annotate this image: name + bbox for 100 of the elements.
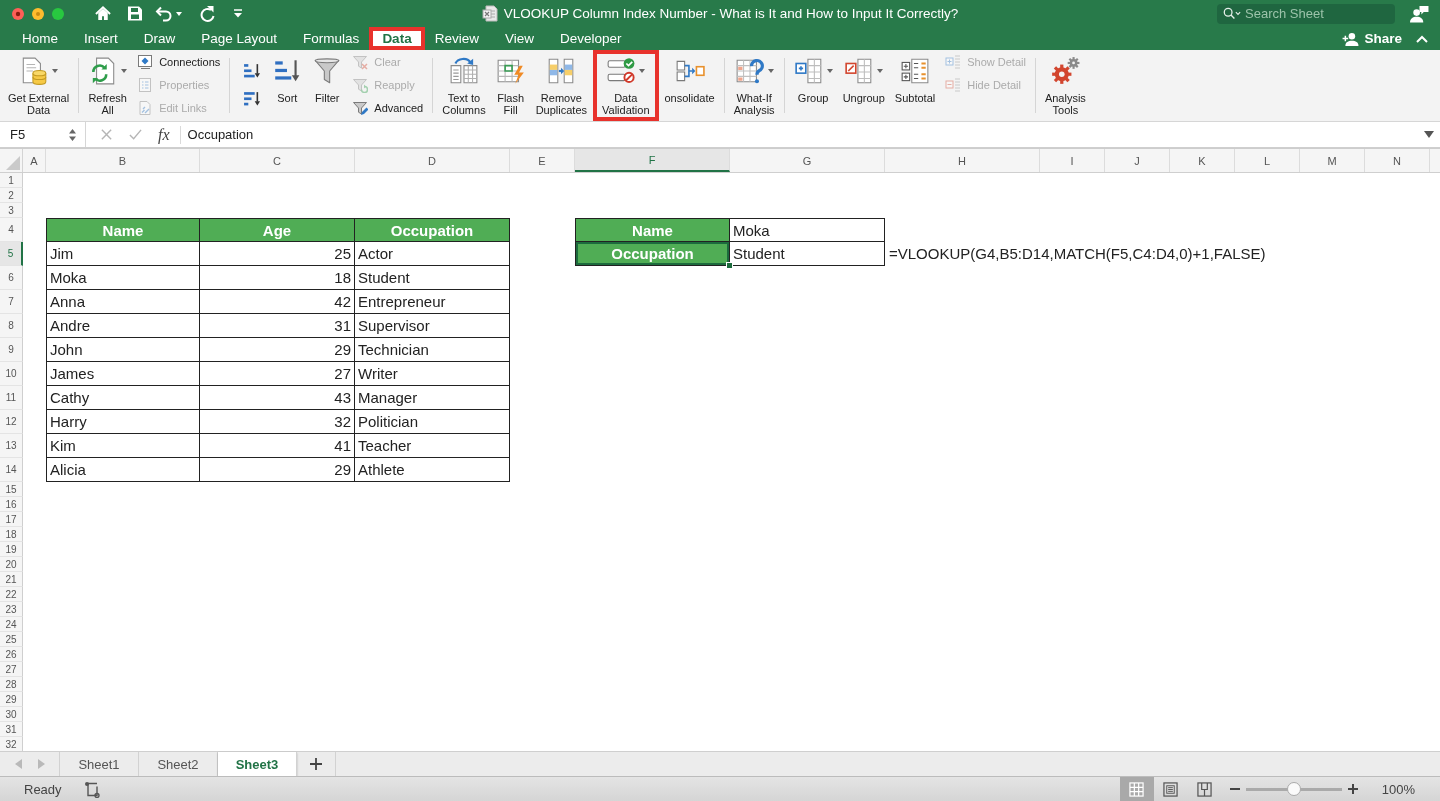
row-header[interactable]: 26 <box>0 647 23 662</box>
ribbon-button[interactable]: Flash Fill <box>491 50 530 121</box>
sort-ascending-icon[interactable] <box>243 62 261 79</box>
row-header[interactable]: 14 <box>0 458 23 482</box>
ribbon-button[interactable]: Ungroup <box>838 50 889 121</box>
row-header[interactable]: 21 <box>0 572 23 587</box>
row-header[interactable]: 28 <box>0 677 23 692</box>
row-header[interactable]: 16 <box>0 497 23 512</box>
ribbon-button[interactable]: onsolidate <box>660 50 719 121</box>
table-cell: Student <box>355 266 510 290</box>
row-header[interactable]: 24 <box>0 617 23 632</box>
stepper-icon[interactable] <box>68 127 77 142</box>
macro-icon[interactable] <box>83 780 100 798</box>
row-header[interactable]: 31 <box>0 722 23 737</box>
redo-icon[interactable] <box>199 5 215 22</box>
row-header[interactable]: 2 <box>0 188 23 203</box>
name-box[interactable]: F5 <box>0 122 86 147</box>
ribbon-button[interactable]: Data Validation <box>593 50 659 121</box>
column-header[interactable]: B <box>46 149 200 172</box>
row-header[interactable]: 19 <box>0 542 23 557</box>
person-chat-icon[interactable] <box>1409 4 1429 23</box>
column-header[interactable]: H <box>885 149 1040 172</box>
row-header[interactable]: 4 <box>0 218 23 242</box>
row-header[interactable]: 1 <box>0 173 23 188</box>
subtotal-icon <box>900 56 930 86</box>
column-header[interactable]: N <box>1365 149 1430 172</box>
column-header[interactable]: I <box>1040 149 1105 172</box>
row-header[interactable]: 6 <box>0 266 23 290</box>
column-header[interactable]: G <box>730 149 885 172</box>
row-header[interactable]: 7 <box>0 290 23 314</box>
ribbon-small-button[interactable]: Connections <box>133 51 225 73</box>
ribbon-tab[interactable]: View <box>491 27 547 50</box>
close-icon[interactable] <box>12 7 24 20</box>
ribbon-tab[interactable]: Home <box>9 27 71 50</box>
column-header[interactable]: D <box>355 149 510 172</box>
ribbon-tab[interactable]: Page Layout <box>188 27 291 50</box>
row-header[interactable]: 20 <box>0 557 23 572</box>
row-header[interactable]: 22 <box>0 587 23 602</box>
row-header[interactable]: 25 <box>0 632 23 647</box>
ribbon-tab[interactable]: Developer <box>546 27 635 50</box>
row-header[interactable]: 8 <box>0 314 23 338</box>
column-header[interactable]: F <box>575 149 730 172</box>
row-header[interactable]: 29 <box>0 692 23 707</box>
row-header[interactable]: 17 <box>0 512 23 527</box>
ribbon-button[interactable]: Sort <box>268 50 307 121</box>
caret-icon[interactable] <box>1424 131 1434 138</box>
column-header[interactable]: M <box>1300 149 1365 172</box>
share-button[interactable]: Share <box>1338 27 1406 50</box>
row-header[interactable]: 10 <box>0 362 23 386</box>
connections-icon <box>137 54 154 70</box>
ribbon-button[interactable]: Remove Duplicates <box>531 50 591 121</box>
row-header[interactable]: 30 <box>0 707 23 722</box>
ribbon-button[interactable]: What-If Analysis <box>729 50 779 121</box>
column-header[interactable]: J <box>1105 149 1170 172</box>
ribbon-button[interactable]: Group <box>789 50 837 121</box>
what-if-icon <box>734 56 765 86</box>
sort-descending-icon[interactable] <box>243 90 261 107</box>
ribbon-small-button[interactable]: Advanced <box>348 97 428 119</box>
chevron-up-icon[interactable] <box>1416 34 1428 43</box>
row-header[interactable]: 3 <box>0 203 23 218</box>
save-icon[interactable] <box>127 5 143 22</box>
ribbon-button[interactable]: Get External Data <box>4 50 74 121</box>
zoom-in-icon[interactable] <box>1347 784 1358 794</box>
toolbar-menu-icon[interactable] <box>233 9 243 18</box>
search-field[interactable]: Search Sheet <box>1217 3 1395 24</box>
ribbon-tab[interactable]: Insert <box>71 27 131 50</box>
row-header[interactable]: 18 <box>0 527 23 542</box>
undo-icon[interactable] <box>155 5 172 22</box>
slider-thumb[interactable] <box>1286 782 1301 796</box>
ribbon-button[interactable]: Text to Columns <box>438 50 490 121</box>
row-header[interactable]: 15 <box>0 482 23 497</box>
row-header[interactable]: 32 <box>0 737 23 751</box>
search-icon[interactable] <box>1223 6 1241 20</box>
ribbon-tab[interactable]: Data <box>369 27 425 50</box>
row-header[interactable]: 9 <box>0 338 23 362</box>
caret-icon[interactable] <box>176 11 182 16</box>
insert-function-button[interactable]: fx <box>158 125 170 144</box>
sheet-tab[interactable]: Sheet3 <box>218 752 297 776</box>
fill-handle[interactable] <box>726 262 733 269</box>
plus-icon[interactable] <box>310 758 322 770</box>
formula-input[interactable]: Occupation <box>180 127 1424 142</box>
ribbon-button[interactable]: Subtotal <box>890 50 940 121</box>
column-header[interactable]: K <box>1170 149 1235 172</box>
ribbon-button[interactable]: Refresh All <box>84 50 132 121</box>
row-header[interactable]: 5 <box>0 242 23 266</box>
row-header[interactable]: 12 <box>0 410 23 434</box>
row-header[interactable]: 23 <box>0 602 23 617</box>
column-header[interactable]: C <box>200 149 355 172</box>
column-header[interactable]: L <box>1235 149 1300 172</box>
check-icon[interactable] <box>129 128 142 141</box>
ribbon-button[interactable]: Filter <box>308 50 347 121</box>
table-cell: Harry <box>46 410 200 434</box>
row-header[interactable]: 13 <box>0 434 23 458</box>
minimize-icon[interactable] <box>32 7 44 20</box>
row-header[interactable]: 27 <box>0 662 23 677</box>
row-header[interactable]: 11 <box>0 386 23 410</box>
ribbon-tab[interactable]: Draw <box>130 27 189 50</box>
column-header[interactable]: A <box>23 149 46 172</box>
ribbon-button[interactable]: Analysis Tools <box>1040 50 1090 121</box>
home-icon[interactable] <box>94 5 112 22</box>
